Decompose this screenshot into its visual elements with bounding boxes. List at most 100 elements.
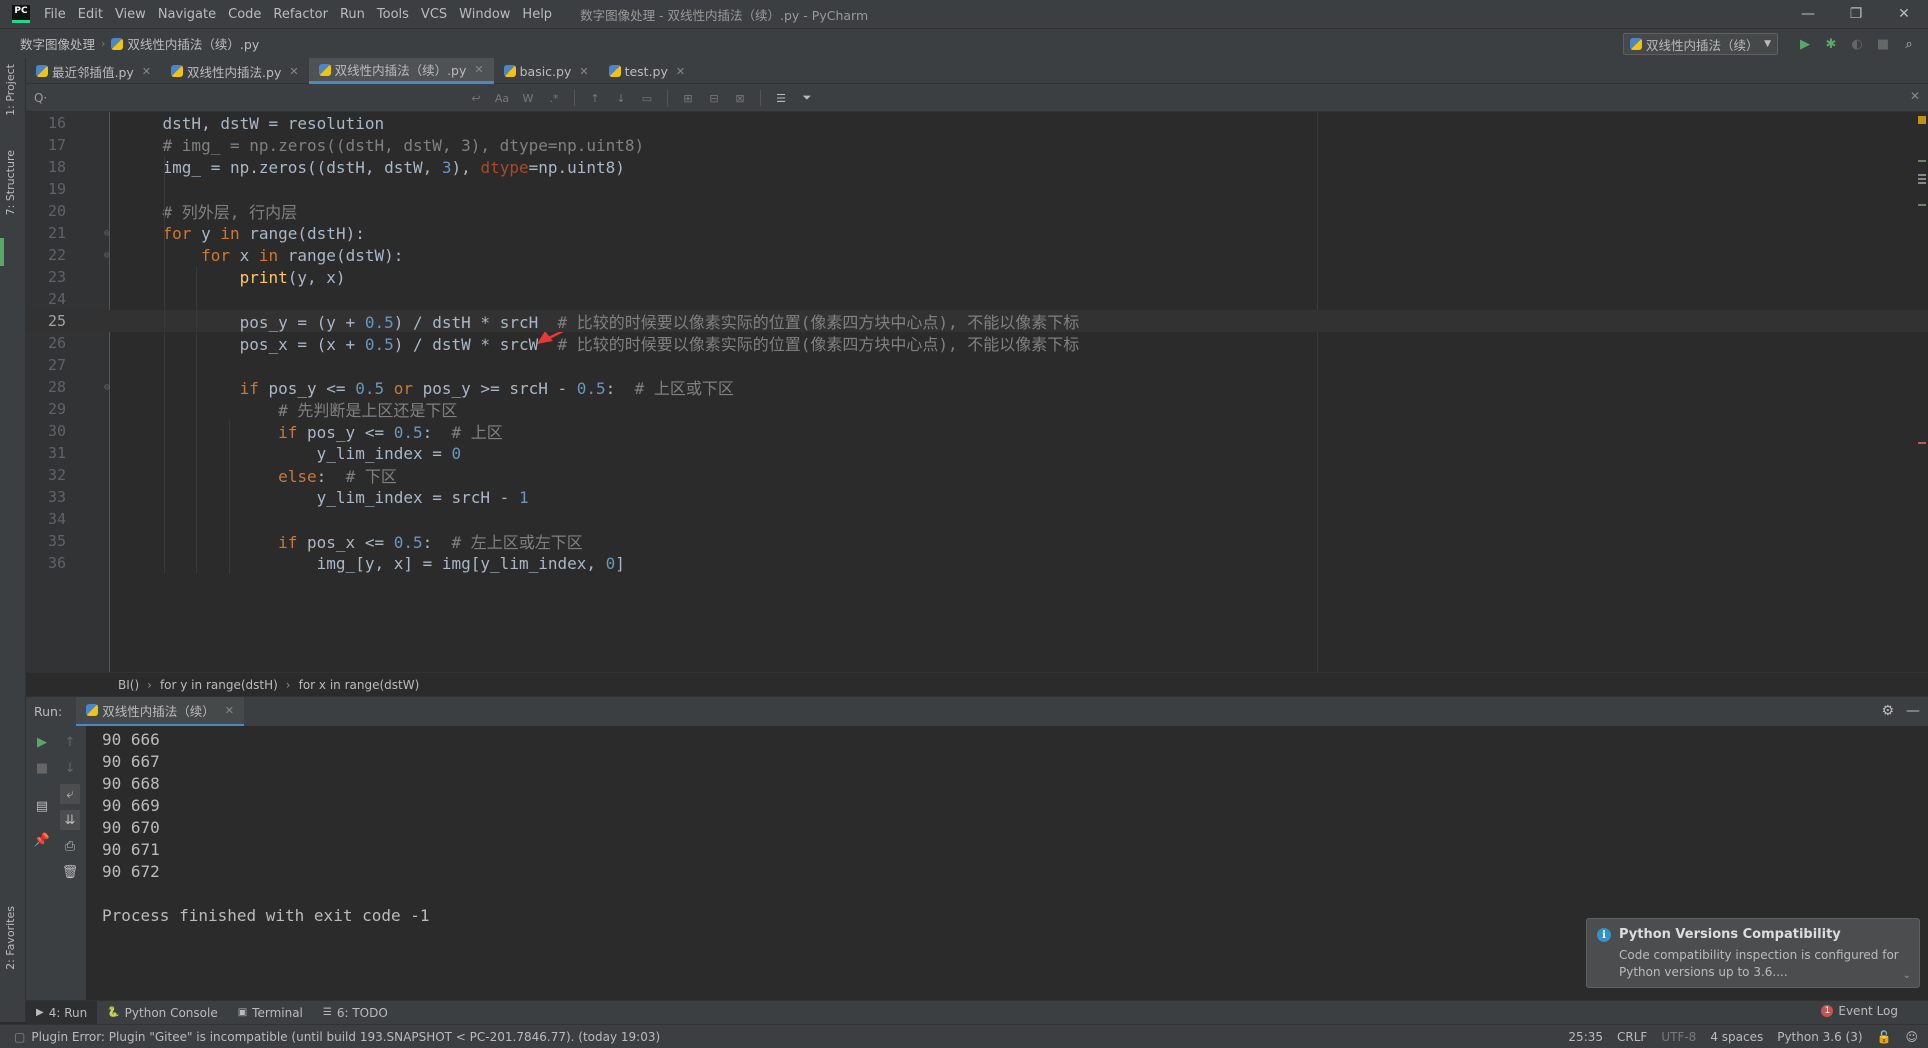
scroll-to-end-icon[interactable]: ⇊ [60, 810, 80, 830]
editor-tab[interactable]: basic.py ✕ [494, 58, 599, 84]
tool-window-button[interactable]: ▶ 4: Run [26, 1000, 98, 1025]
structure-tool-tab[interactable]: 7: Structure [4, 150, 17, 215]
run-tab[interactable]: 双线性内插法（续） ✕ [76, 696, 244, 727]
code-line[interactable]: 28 ⊖ if pos_y <= 0.5 or pos_y >= srcH - 0… [26, 376, 1928, 398]
select-all-occurrences-icon[interactable]: ▭ [637, 88, 657, 108]
close-icon[interactable]: ✕ [676, 65, 685, 78]
code-line[interactable]: 30 if pos_y <= 0.5: # 上区 [26, 420, 1928, 442]
menu-navigate[interactable]: Navigate [152, 7, 222, 22]
arrow-down-icon[interactable]: ↓ [611, 88, 631, 108]
tool-window-button[interactable]: 🐍 Python Console [97, 1001, 228, 1025]
editor-breadcrumb-item[interactable]: BI() [118, 678, 139, 692]
breadcrumb-file[interactable]: 双线性内插法（续）.py [127, 34, 259, 53]
format-icon[interactable]: ☰ [771, 88, 791, 108]
python-interpreter[interactable]: Python 3.6 (3) [1777, 1030, 1862, 1044]
close-icon[interactable]: ✕ [579, 65, 588, 78]
code-line[interactable]: 34 [26, 508, 1928, 530]
filter-icon[interactable]: ⏷ [797, 88, 817, 108]
code-line[interactable]: 32 else: # 下区 [26, 464, 1928, 486]
code-line[interactable]: 20 # 列外层, 行内层 [26, 200, 1928, 222]
close-icon[interactable]: ✕ [289, 65, 298, 78]
menu-code[interactable]: Code [222, 7, 267, 22]
chevron-down-icon[interactable]: ⌄ [1903, 970, 1911, 981]
editor-tab[interactable]: test.py ✕ [599, 58, 696, 84]
code-line[interactable]: 23 print(y, x) [26, 266, 1928, 288]
gear-icon[interactable]: ⚙ [1881, 703, 1894, 719]
favorites-tool-tab[interactable]: 2: Favorites [4, 906, 17, 970]
notification-balloon[interactable]: i Python Versions Compatibility Code com… [1586, 918, 1920, 988]
add-occurrence-icon[interactable]: ⊞ [678, 88, 698, 108]
debug-icon[interactable]: ✱ [1822, 35, 1840, 53]
coverage-icon[interactable]: ◐ [1848, 35, 1866, 53]
arrow-up-icon[interactable]: ↑ [585, 88, 605, 108]
inspection-icon[interactable]: ☺ [1905, 1030, 1918, 1044]
fold-marker-icon[interactable]: ⊖ [104, 250, 110, 261]
minimize-button[interactable]: — [1784, 0, 1832, 28]
close-icon[interactable]: ✕ [1910, 89, 1920, 103]
print-icon[interactable]: ⎙ [60, 836, 80, 856]
lock-icon[interactable]: 🔓 [1877, 1030, 1892, 1044]
tool-window-button[interactable]: ☰ 6: TODO [313, 1001, 398, 1025]
restore-button[interactable]: ❐ [1832, 0, 1880, 28]
menu-refactor[interactable]: Refactor [267, 7, 334, 22]
caret-position[interactable]: 25:35 [1568, 1030, 1603, 1044]
project-tool-tab[interactable]: 1: Project [4, 64, 17, 116]
whole-words-toggle[interactable]: W [518, 88, 538, 108]
indent-setting[interactable]: 4 spaces [1710, 1030, 1763, 1044]
close-icon[interactable]: ✕ [474, 63, 483, 76]
file-encoding[interactable]: UTF-8 [1661, 1030, 1696, 1044]
code-line[interactable]: 31 y_lim_index = 0 [26, 442, 1928, 464]
find-input[interactable]: Q· [34, 87, 474, 108]
menu-help[interactable]: Help [516, 7, 558, 22]
run-icon[interactable]: ▶ [1796, 35, 1814, 53]
layout-icon[interactable]: ▤ [32, 796, 52, 816]
code-line[interactable]: 18 img_ = np.zeros((dstH, dstW, 3), dtyp… [26, 156, 1928, 178]
close-button[interactable]: ✕ [1880, 0, 1928, 28]
pin-icon[interactable]: 📌 [32, 830, 52, 850]
menu-view[interactable]: View [109, 7, 152, 22]
stop-icon[interactable]: ■ [32, 758, 52, 778]
editor-breadcrumb-item[interactable]: for y in range(dstH) [160, 678, 278, 692]
event-log-button[interactable]: 1 Event Log [1821, 1004, 1898, 1018]
status-message[interactable]: Plugin Error: Plugin "Gitee" is incompat… [31, 1030, 660, 1044]
code-line[interactable]: 36 img_[y, x] = img[y_lim_index, 0] [26, 552, 1928, 574]
arrow-up-icon[interactable]: ↑ [60, 732, 80, 752]
code-line[interactable]: 22 ⊖ for x in range(dstW): [26, 244, 1928, 266]
menu-vcs[interactable]: VCS [415, 7, 453, 22]
editor-breadcrumb-item[interactable]: for x in range(dstW) [299, 678, 420, 692]
select-occurrences-icon[interactable]: ⊠ [730, 88, 750, 108]
code-line[interactable]: 35 if pos_x <= 0.5: # 左上区或左下区 [26, 530, 1928, 552]
code-line[interactable]: 24 [26, 288, 1928, 310]
minimize-icon[interactable]: — [1906, 703, 1920, 719]
fold-marker-icon[interactable]: ⊖ [104, 382, 110, 393]
line-separator[interactable]: CRLF [1617, 1030, 1647, 1044]
trash-icon[interactable]: 🗑 [60, 862, 80, 882]
close-icon[interactable]: ✕ [225, 704, 234, 717]
menu-window[interactable]: Window [453, 7, 516, 22]
code-line[interactable]: 26 pos_x = (x + 0.5) / dstW * srcW # 比较的… [26, 332, 1928, 354]
code-line[interactable]: 17 # img_ = np.zeros((dstH, dstW, 3), dt… [26, 134, 1928, 156]
menu-tools[interactable]: Tools [371, 7, 415, 22]
soft-wrap-icon[interactable]: ⤶ [60, 784, 80, 804]
code-line[interactable]: 21 ⊖ for y in range(dstH): [26, 222, 1928, 244]
code-line[interactable]: 19 [26, 178, 1928, 200]
editor-tab[interactable]: 最近邻插值.py ✕ [26, 58, 161, 84]
tool-window-button[interactable]: ▣ Terminal [228, 1001, 313, 1025]
code-line[interactable]: 29 # 先判断是上区还是下区 [26, 398, 1928, 420]
remove-occurrence-icon[interactable]: ⊟ [704, 88, 724, 108]
menu-run[interactable]: Run [334, 7, 371, 22]
toggle-tool-windows-icon[interactable]: ▢ [14, 1030, 25, 1044]
code-line[interactable]: 33 y_lim_index = srcH - 1 [26, 486, 1928, 508]
fold-marker-icon[interactable]: ⊖ [104, 228, 110, 239]
editor-tab[interactable]: 双线性内插法.py ✕ [161, 58, 309, 84]
match-case-toggle[interactable]: Aa [492, 88, 512, 108]
regex-toggle[interactable]: .* [544, 88, 564, 108]
stop-icon[interactable]: ■ [1874, 35, 1892, 53]
close-icon[interactable]: ✕ [142, 65, 151, 78]
arrow-down-icon[interactable]: ↓ [60, 758, 80, 778]
menu-file[interactable]: File [38, 7, 72, 22]
breadcrumb-project[interactable]: 数字图像处理 [20, 34, 95, 53]
code-line[interactable]: 16 dstH, dstW = resolution [26, 112, 1928, 134]
code-line[interactable]: 27 [26, 354, 1928, 376]
code-editor[interactable]: 16 dstH, dstW = resolution 17 # img_ = np… [26, 112, 1928, 672]
